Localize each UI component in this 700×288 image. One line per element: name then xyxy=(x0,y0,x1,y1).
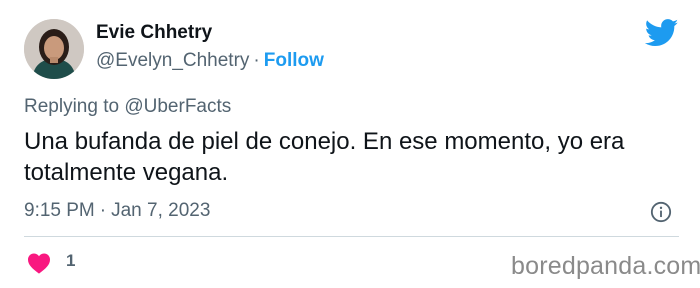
reply-prefix: Replying to xyxy=(24,96,120,117)
author-handle-row: @Evelyn_Chhetry · Follow xyxy=(96,50,324,72)
tweet-time[interactable]: 9:15 PM xyxy=(24,200,95,221)
info-icon[interactable] xyxy=(650,201,672,223)
heart-icon[interactable] xyxy=(27,252,51,274)
meta-separator: · xyxy=(99,200,107,221)
twitter-bird-icon[interactable] xyxy=(645,19,679,47)
author-name[interactable]: Evie Chhetry xyxy=(96,22,212,44)
tweet-text: Una bufanda de piel de conejo. En ese mo… xyxy=(24,128,625,186)
reply-context: Replying to @UberFacts xyxy=(24,96,231,118)
like-count: 1 xyxy=(66,251,76,270)
divider xyxy=(24,236,679,237)
author-handle[interactable]: @Evelyn_Chhetry xyxy=(96,50,249,71)
follow-button[interactable]: Follow xyxy=(264,50,324,71)
tweet-date[interactable]: Jan 7, 2023 xyxy=(111,200,210,221)
watermark: boredpanda.com xyxy=(511,252,700,280)
avatar[interactable] xyxy=(24,19,84,79)
handle-separator: · xyxy=(253,50,260,71)
reply-mention-link[interactable]: @UberFacts xyxy=(124,96,231,117)
tweet-meta: 9:15 PM · Jan 7, 2023 xyxy=(24,200,210,222)
